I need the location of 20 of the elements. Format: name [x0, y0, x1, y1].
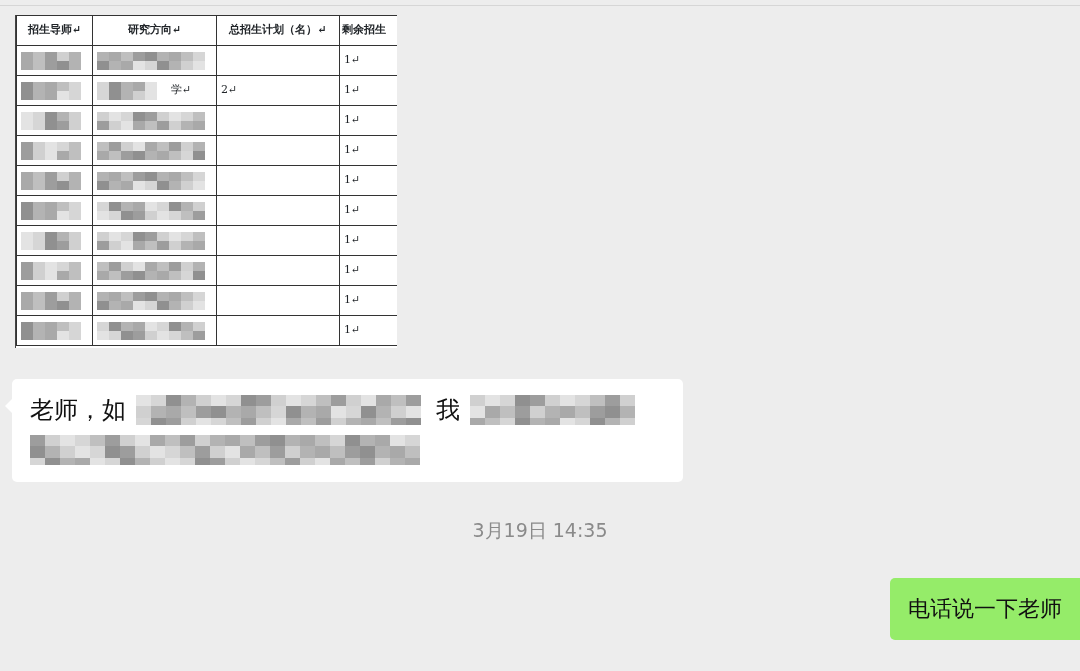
message-text: 电话说一下老师	[908, 595, 1062, 623]
message-text: 我	[436, 395, 460, 426]
table-cell: 1↵	[344, 293, 361, 307]
timestamp: 3月19日 14:35	[471, 518, 609, 543]
table-cell: 1↵	[344, 83, 361, 97]
table-cell: 1↵	[344, 173, 361, 187]
table-cell: 1↵	[344, 323, 361, 337]
table-cell: 学↵	[171, 82, 192, 99]
table-cell: 1↵	[344, 53, 361, 67]
table-cell: 1↵	[344, 143, 361, 157]
table-cell: 1↵	[344, 263, 361, 277]
column-header: 剩余招生	[339, 15, 397, 46]
column-header: 招生导师↵	[16, 15, 93, 46]
column-header: 总招生计划（名）↵	[216, 15, 340, 46]
table-cell: 1↵	[344, 203, 361, 217]
table-cell: 1↵	[344, 233, 361, 247]
message-text: 老师，如	[30, 395, 126, 426]
table-cell: 1↵	[344, 113, 361, 127]
column-header: 研究方向↵	[92, 15, 217, 46]
table-cell: 2↵	[221, 83, 238, 97]
